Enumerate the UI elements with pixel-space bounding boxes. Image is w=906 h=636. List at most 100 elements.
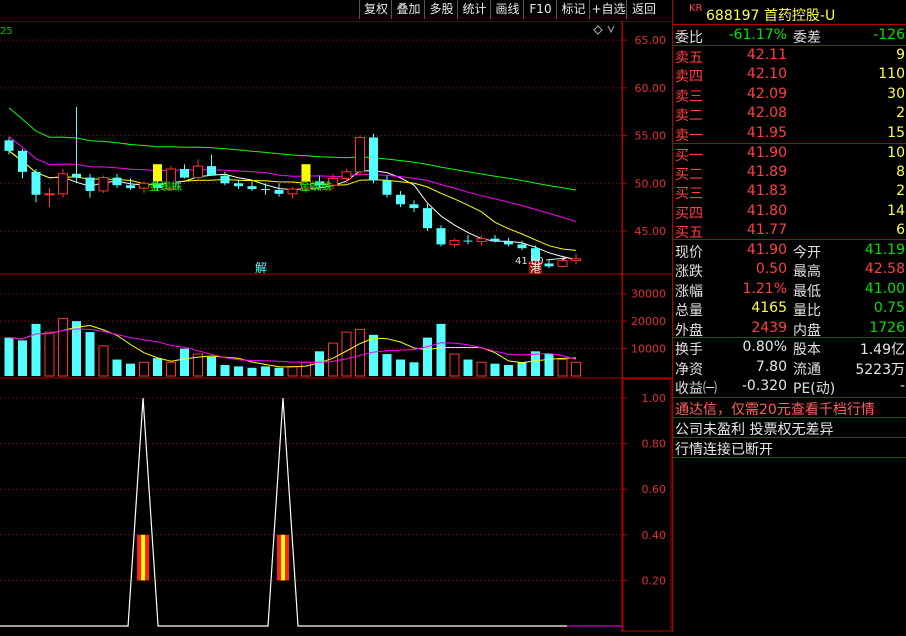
corner-label: 25 [0, 26, 13, 37]
fundamental-label: PE(动) [793, 381, 836, 398]
candle-body-down [517, 244, 527, 249]
stat-label: 最高 [793, 264, 821, 281]
stat-label: 总量 [675, 303, 703, 320]
stat-label: 现价 [675, 245, 703, 261]
candle-body-up [98, 177, 109, 192]
bid-price: 41.89 [746, 164, 787, 181]
indicator-tick-label: 0.40 [642, 529, 667, 542]
ask-row: 卖一 41.95 15 [673, 124, 906, 144]
bid-row: 买四 41.80 14 [673, 202, 906, 222]
stat-value: 41.19 [864, 242, 905, 258]
fundamental-value: -0.320 [741, 378, 787, 395]
indicator-tick-label: 0.60 [642, 483, 667, 496]
promo-link[interactable]: 通达信，仅需20元查看千档行情 [675, 399, 905, 419]
bid-label: 买四 [675, 205, 703, 222]
toolbar-button-1[interactable]: 叠加 [391, 0, 425, 19]
candle-body-down [369, 137, 378, 181]
fundamental-value: - [899, 378, 905, 395]
volume-bar-up [476, 361, 487, 377]
toolbar-button-6[interactable]: 标记 [556, 0, 590, 19]
low-price-label: 41.00 [515, 256, 544, 267]
stat-label: 最低 [793, 283, 821, 300]
candle-body-down [274, 189, 284, 194]
volume-bar-down [247, 367, 257, 376]
fundamental-row: 净资 7.80 流通 5223万 [673, 358, 906, 378]
diamond-icon [593, 25, 603, 35]
toolbar-button-5[interactable]: F10 [523, 0, 557, 19]
candle-body-down [126, 185, 135, 189]
ask-price: 42.11 [746, 47, 787, 63]
candle-body-down [436, 228, 446, 245]
volume-bar-down [261, 366, 270, 376]
kline-chart-area[interactable]: 25 65.00 60.00 55.00 50.00 45.00 金蜘蛛 金蜘蛛解港 41.00… [0, 0, 672, 632]
volume-bar-down [423, 337, 432, 376]
volume-bar-down [463, 359, 473, 376]
indicator-signal-core [141, 534, 146, 581]
stat-row: 总量 4165 量比 0.75 [673, 299, 906, 319]
bid-volume: 2 [896, 183, 905, 200]
ask-volume: 15 [887, 124, 905, 141]
volume-bar-down [382, 354, 392, 376]
fundamental-value: 5223万 [855, 361, 905, 378]
stat-value: 1726 [869, 319, 905, 336]
stat-row: 涨跌 0.50 最高 42.58 [673, 260, 906, 280]
candle-body-up [557, 260, 568, 267]
candle-body-up [571, 258, 581, 262]
volume-bar-up [166, 361, 176, 377]
signal-marker [301, 164, 311, 182]
weibi-label: 委比 [675, 30, 703, 46]
fundamental-value: 0.80% [742, 339, 787, 355]
volume-bar-down [153, 358, 162, 376]
volume-bar-up [44, 331, 55, 377]
bid-price: 41.77 [746, 221, 787, 238]
fundamental-value: 1.49亿 [859, 342, 905, 358]
volume-bar-up [58, 317, 68, 377]
toolbar-button-0[interactable]: 复权 [359, 0, 392, 19]
volume-bar-down [85, 332, 95, 376]
stock-title[interactable]: 688197 首药控股-U [706, 5, 835, 25]
toolbar-button-7[interactable]: +自选 [589, 0, 627, 19]
stat-label: 涨跌 [675, 264, 703, 281]
toolbar-button-3[interactable]: 统计 [457, 0, 491, 19]
volume-bar-down [220, 365, 230, 376]
ask-row: 卖三 42.09 30 [673, 85, 906, 105]
ask-label: 卖三 [675, 88, 703, 105]
candle-body-down [180, 168, 189, 178]
fundamental-label: 换手 [675, 342, 703, 358]
signal-label: 金蜘蛛 [300, 179, 333, 193]
bid-volume: 10 [887, 145, 905, 161]
volume-bar-up [355, 328, 365, 377]
candle-body-up [341, 171, 352, 180]
ask-volume: 9 [896, 47, 905, 63]
ma-line-10 [8, 150, 577, 251]
bid-row: 买五 41.77 6 [673, 221, 906, 241]
candle-body-down [220, 175, 230, 184]
candle-body-down [247, 186, 257, 190]
toolbar-button-8[interactable]: 返回 [626, 0, 661, 19]
volume-bar-down [180, 348, 189, 376]
toolbar-button-2[interactable]: 多股 [424, 0, 458, 19]
volume-bar-down [18, 340, 27, 376]
stat-value: 4165 [751, 300, 787, 317]
toolbar-button-4[interactable]: 画线 [490, 0, 524, 19]
volume-bar-down [126, 363, 135, 376]
bid-volume: 6 [896, 221, 905, 238]
ask-label: 卖二 [675, 108, 703, 125]
stat-value: 2439 [751, 319, 787, 336]
bid-label: 买二 [675, 167, 703, 184]
chart-canvas[interactable]: 2565.0060.0055.0050.0045.00金蜘蛛 金蜘蛛解 港41.00… [0, 0, 672, 632]
ask-row: 卖二 42.08 2 [673, 104, 906, 124]
stat-row: 现价 41.90 今开 41.19 [673, 241, 906, 261]
volume-bar-down [274, 367, 284, 376]
candle-body-down [234, 183, 243, 187]
candle-body-down [261, 189, 270, 191]
volume-tick-label: 20000 [631, 315, 666, 328]
candle-body-down [85, 177, 95, 191]
ask-row: 卖四 42.10 110 [673, 65, 906, 85]
volume-bar-down [31, 323, 41, 376]
ask-volume: 2 [896, 105, 905, 122]
quote-panel: KR 688197 首药控股-U 委比 -61.17% 委差 -126 卖五 42… [672, 0, 906, 632]
volume-bar-down [504, 365, 513, 376]
price-tick-label: 55.00 [635, 130, 667, 143]
volume-bar-up [287, 365, 298, 377]
